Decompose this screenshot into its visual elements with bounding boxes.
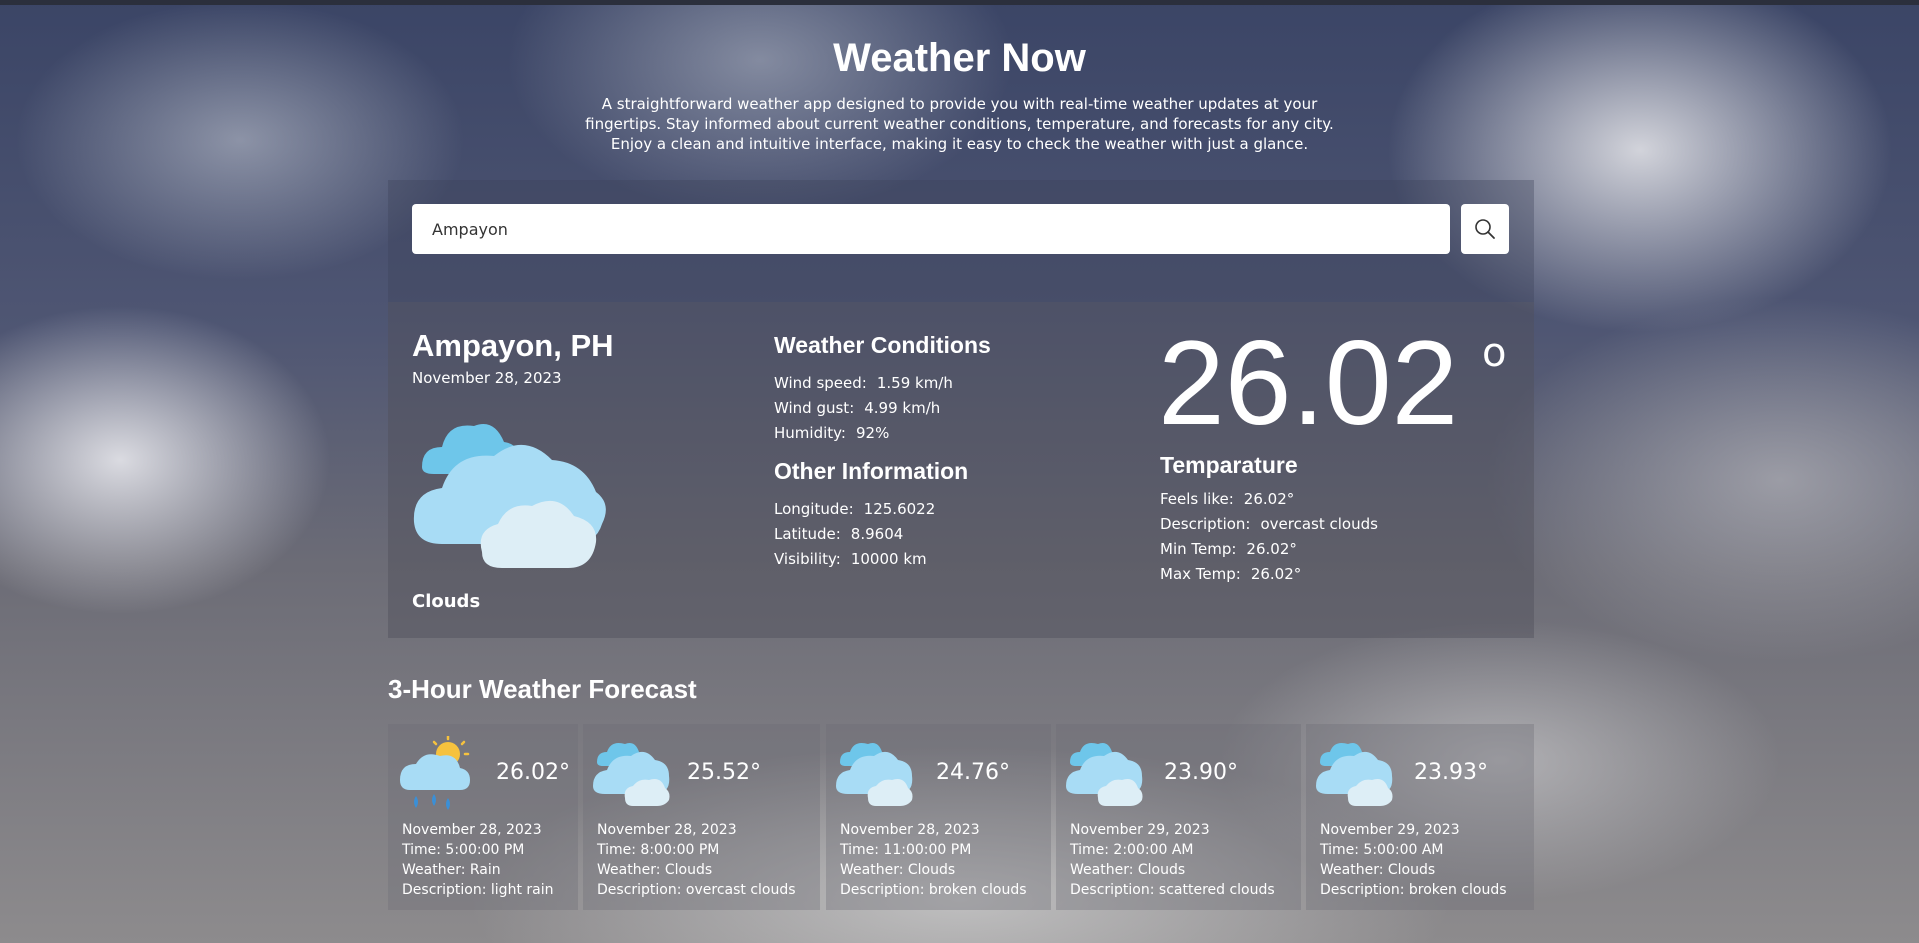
- forecast-time: Time: 11:00:00 PM: [840, 842, 972, 858]
- forecast-temp: 23.90°: [1164, 760, 1238, 785]
- forecast-weather: Weather: Clouds: [1070, 862, 1186, 878]
- forecast-time: Time: 5:00:00 PM: [402, 842, 525, 858]
- forecast-card: 26.02° November 28, 2023 Time: 5:00:00 P…: [388, 724, 578, 910]
- forecast-title: 3-Hour Weather Forecast: [388, 674, 697, 704]
- longitude-row: Longitude: 125.6022: [774, 500, 935, 518]
- forecast-date: November 28, 2023: [597, 822, 737, 838]
- forecast-time: Time: 2:00:00 AM: [1070, 842, 1194, 858]
- top-bar: [0, 0, 1919, 5]
- forecast-card: 24.76° November 28, 2023 Time: 11:00:00 …: [826, 724, 1051, 910]
- cloud-icon: [836, 743, 913, 806]
- humidity-label: Humidity:: [774, 424, 846, 442]
- forecast-card: 23.93° November 29, 2023 Time: 5:00:00 A…: [1306, 724, 1534, 910]
- rain-cloud-sun-icon: [400, 736, 470, 810]
- forecast-date: November 28, 2023: [402, 822, 542, 838]
- forecast-description: Description: broken clouds: [1320, 882, 1507, 898]
- wind-gust-row: Wind gust: 4.99 km/h: [774, 399, 940, 417]
- forecast-weather: Weather: Clouds: [840, 862, 956, 878]
- page-subtitle: A straightforward weather app designed t…: [585, 95, 1334, 153]
- temperature-heading: Temparature: [1160, 452, 1298, 478]
- forecast-date: November 29, 2023: [1070, 822, 1210, 838]
- feels-like-row: Feels like: 26.02°: [1160, 490, 1294, 508]
- visibility-value: 10000 km: [850, 550, 927, 568]
- max-temp-value: 26.02°: [1250, 565, 1302, 583]
- forecast-weather: Weather: Clouds: [1320, 862, 1436, 878]
- description-value: overcast clouds: [1260, 515, 1378, 533]
- feels-like-label: Feels like:: [1160, 490, 1234, 508]
- wind-gust-label: Wind gust:: [774, 399, 855, 417]
- forecast-card: 25.52° November 28, 2023 Time: 8:00:00 P…: [583, 724, 820, 910]
- forecast-weather: Weather: Clouds: [597, 862, 713, 878]
- forecast-description: Description: broken clouds: [840, 882, 1027, 898]
- current-date: November 28, 2023: [412, 369, 562, 387]
- forecast-description: Description: scattered clouds: [1070, 882, 1275, 898]
- search-icon: [1475, 219, 1495, 239]
- forecast-description: Description: overcast clouds: [597, 882, 796, 898]
- wind-speed-value: 1.59 km/h: [876, 374, 953, 392]
- forecast-time: Time: 5:00:00 AM: [1320, 842, 1444, 858]
- condition-label: Clouds: [412, 591, 481, 612]
- latitude-label: Latitude:: [774, 525, 841, 543]
- wind-speed-label: Wind speed:: [774, 374, 867, 392]
- city-name: Ampayon, PH: [412, 328, 614, 363]
- min-temp-row: Min Temp: 26.02°: [1160, 540, 1297, 558]
- search-input[interactable]: [412, 204, 1450, 254]
- header: Weather Now A straightforward weather ap…: [0, 30, 1919, 154]
- forecast-card: 23.90° November 29, 2023 Time: 2:00:00 A…: [1056, 724, 1301, 910]
- forecast-date: November 28, 2023: [840, 822, 980, 838]
- wind-speed-row: Wind speed: 1.59 km/h: [774, 374, 953, 392]
- visibility-row: Visibility: 10000 km: [774, 550, 927, 568]
- page-title: Weather Now: [833, 36, 1086, 80]
- max-temp-row: Max Temp: 26.02°: [1160, 565, 1301, 583]
- cloud-icon: [1066, 743, 1143, 806]
- latitude-row: Latitude: 8.9604: [774, 525, 903, 543]
- wind-gust-value: 4.99 km/h: [864, 399, 941, 417]
- longitude-value: 125.6022: [863, 500, 936, 518]
- weather-conditions-heading: Weather Conditions: [774, 332, 991, 358]
- longitude-label: Longitude:: [774, 500, 854, 518]
- search-button[interactable]: [1461, 204, 1509, 254]
- min-temp-value: 26.02°: [1246, 540, 1297, 558]
- forecast-time: Time: 8:00:00 PM: [597, 842, 720, 858]
- humidity-value: 92%: [855, 424, 890, 442]
- latitude-value: 8.9604: [850, 525, 904, 543]
- cloud-icon: [1316, 743, 1393, 806]
- forecast-temp: 25.52°: [687, 760, 761, 785]
- visibility-label: Visibility:: [774, 550, 841, 568]
- forecast-date: November 29, 2023: [1320, 822, 1460, 838]
- cloud-icon: [593, 743, 670, 806]
- other-information-heading: Other Information: [774, 458, 969, 484]
- current-temperature: 26.02: [1158, 316, 1459, 450]
- humidity-row: Humidity: 92%: [774, 424, 889, 442]
- description-label: Description:: [1160, 515, 1251, 533]
- cloud-icon: [413, 424, 606, 568]
- description-row: Description: overcast clouds: [1160, 515, 1378, 533]
- forecast-weather: Weather: Rain: [402, 862, 501, 878]
- forecast-description: Description: light rain: [402, 882, 554, 898]
- degree-symbol: o: [1482, 330, 1507, 376]
- forecast-temp: 23.93°: [1414, 760, 1488, 785]
- forecast-temp: 26.02°: [496, 760, 570, 785]
- max-temp-label: Max Temp:: [1160, 565, 1241, 583]
- forecast-temp: 24.76°: [936, 760, 1010, 785]
- min-temp-label: Min Temp:: [1160, 540, 1237, 558]
- feels-like-value: 26.02°: [1243, 490, 1295, 508]
